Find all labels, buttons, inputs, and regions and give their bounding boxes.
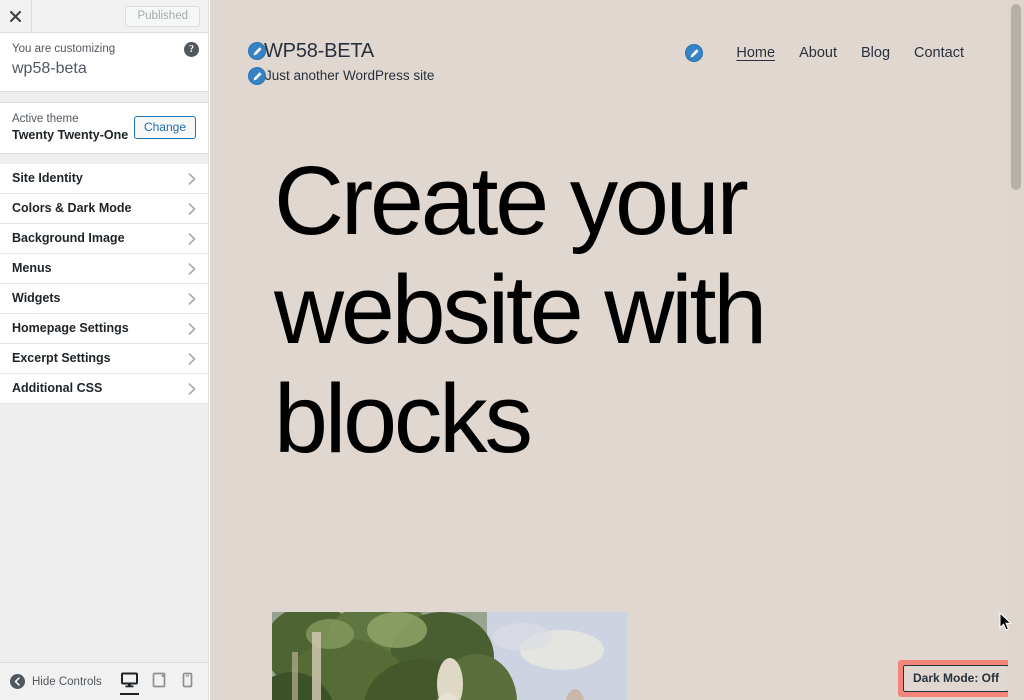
customizer-sidebar: Published You are customizing wp58-beta … <box>0 0 209 700</box>
header-spacer <box>32 0 125 32</box>
edit-shortcut-menu[interactable] <box>685 44 704 62</box>
mobile-icon <box>182 672 193 693</box>
sidebar-item-homepage-settings[interactable]: Homepage Settings <box>0 314 208 344</box>
site-navigation: Home About Blog Contact <box>685 44 964 62</box>
customizer-sections-list: Site Identity Colors & Dark Mode Backgro… <box>0 164 208 404</box>
nav-link-blog[interactable]: Blog <box>861 45 890 61</box>
site-tagline[interactable]: Just another WordPress site <box>265 66 434 86</box>
hide-controls-button[interactable]: Hide Controls <box>10 674 102 689</box>
desktop-icon <box>121 672 138 693</box>
sidebar-item-label: Homepage Settings <box>12 321 129 336</box>
panel-separator-top <box>0 92 208 102</box>
change-theme-button[interactable]: Change <box>133 116 196 139</box>
preview-scrollbar[interactable] <box>1008 0 1024 700</box>
chevron-right-icon <box>188 382 196 395</box>
sidebar-item-label: Additional CSS <box>12 381 103 396</box>
hero-section: Create your website with blocks <box>210 86 770 473</box>
sidebar-item-label: Widgets <box>12 291 61 306</box>
hero-image <box>272 612 627 700</box>
site-tagline-row: Just another WordPress site <box>248 66 434 86</box>
device-preview-desktop[interactable] <box>115 663 144 700</box>
sidebar-empty-space <box>0 404 208 662</box>
device-preview-tablet[interactable] <box>144 663 173 700</box>
device-preview-mobile[interactable] <box>173 663 202 700</box>
dark-mode-toggle-button[interactable]: Dark Mode: Off <box>902 665 1009 692</box>
collapse-left-icon <box>10 674 25 689</box>
customizer-footer: Hide Controls <box>0 662 208 700</box>
help-icon[interactable]: ? <box>184 42 199 57</box>
customizing-info-panel: You are customizing wp58-beta ? <box>0 33 208 92</box>
site-name-label: wp58-beta <box>12 60 87 77</box>
sidebar-item-label: Menus <box>12 261 52 276</box>
dark-mode-highlight-ring: Dark Mode: Off <box>897 660 1014 697</box>
publish-button[interactable]: Published <box>125 5 200 27</box>
site-title-row: WP58-BETA <box>248 38 434 64</box>
active-theme-panel: Active theme Twenty Twenty-One Change <box>0 102 208 154</box>
edit-shortcut-site-tagline[interactable] <box>248 67 266 85</box>
nav-link-contact[interactable]: Contact <box>914 45 964 61</box>
scrollbar-thumb[interactable] <box>1011 4 1021 190</box>
chevron-right-icon <box>188 262 196 275</box>
panel-separator-bottom <box>0 154 208 164</box>
sidebar-item-excerpt-settings[interactable]: Excerpt Settings <box>0 344 208 374</box>
site-branding: WP58-BETA Just another WordPress site <box>248 38 434 86</box>
sidebar-item-background-image[interactable]: Background Image <box>0 224 208 254</box>
tablet-icon <box>152 672 166 693</box>
active-theme-text: Active theme Twenty Twenty-One <box>12 112 134 143</box>
chevron-right-icon <box>188 352 196 365</box>
close-icon <box>9 10 22 23</box>
active-theme-name: Twenty Twenty-One <box>12 128 129 142</box>
nav-link-about[interactable]: About <box>799 45 837 61</box>
sidebar-item-menus[interactable]: Menus <box>0 254 208 284</box>
page-title: Create your website with blocks <box>274 146 767 473</box>
customizing-label: You are customizing <box>12 43 116 55</box>
site-preview-frame[interactable]: WP58-BETA Just another WordPress site Ho… <box>210 0 1024 700</box>
chevron-right-icon <box>188 172 196 185</box>
customizer-screen: Published You are customizing wp58-beta … <box>0 0 1024 700</box>
site-header: WP58-BETA Just another WordPress site Ho… <box>210 0 1024 86</box>
nav-link-home[interactable]: Home <box>736 45 775 61</box>
sidebar-item-label: Site Identity <box>12 171 83 186</box>
sidebar-item-colors-dark-mode[interactable]: Colors & Dark Mode <box>0 194 208 224</box>
hide-controls-label: Hide Controls <box>32 675 102 688</box>
sidebar-item-label: Background Image <box>12 231 125 246</box>
close-customizer-button[interactable] <box>0 0 32 32</box>
sidebar-item-widgets[interactable]: Widgets <box>0 284 208 314</box>
sidebar-item-additional-css[interactable]: Additional CSS <box>0 374 208 404</box>
chevron-right-icon <box>188 232 196 245</box>
sidebar-item-label: Colors & Dark Mode <box>12 201 132 216</box>
sidebar-item-label: Excerpt Settings <box>12 351 111 366</box>
sidebar-item-site-identity[interactable]: Site Identity <box>0 164 208 194</box>
customizer-header: Published <box>0 0 208 33</box>
site-title[interactable]: WP58-BETA <box>264 38 374 64</box>
active-theme-label: Active theme <box>12 113 79 125</box>
chevron-right-icon <box>188 202 196 215</box>
device-preview-group <box>115 663 202 700</box>
chevron-right-icon <box>188 322 196 335</box>
chevron-right-icon <box>188 292 196 305</box>
